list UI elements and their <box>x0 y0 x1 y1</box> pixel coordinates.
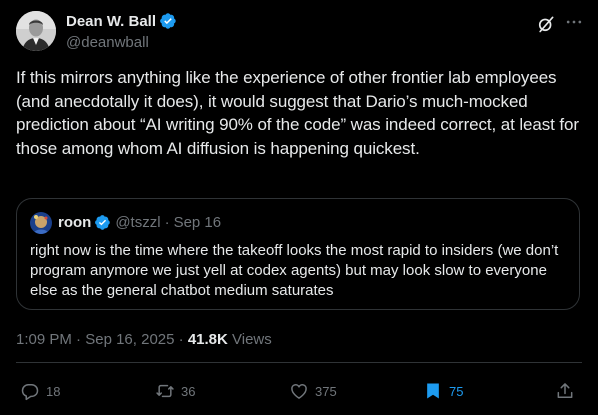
meta-separator: · <box>178 331 184 348</box>
views-count: 41.8K <box>187 331 228 348</box>
post-text: If this mirrors anything like the experi… <box>16 68 579 158</box>
quoted-header: roon @tszzl · Sep 16 <box>58 214 221 231</box>
quoted-author-handle[interactable]: @tszzl <box>115 214 160 231</box>
repost-icon <box>156 384 174 398</box>
reply-button[interactable]: 18 <box>20 380 60 402</box>
post-date[interactable]: Sep 16, 2025 <box>85 331 174 348</box>
quoted-date[interactable]: Sep 16 <box>174 214 222 231</box>
avatar-image <box>16 11 56 51</box>
like-count: 375 <box>315 383 337 399</box>
bookmark-icon <box>427 383 439 399</box>
post-meta: 1:09 PM · Sep 16, 2025 · 41.8K Views <box>16 331 272 348</box>
reply-icon <box>21 384 39 401</box>
author-name-text: Dean W. Ball <box>66 12 157 30</box>
verified-badge-icon <box>160 13 176 29</box>
like-button[interactable]: 375 <box>289 380 337 402</box>
share-button[interactable] <box>555 380 581 402</box>
heart-icon <box>291 384 307 399</box>
meta-separator: · <box>76 331 82 348</box>
author-avatar[interactable] <box>16 11 56 51</box>
repost-button[interactable]: 36 <box>155 380 195 402</box>
author-name[interactable]: Dean W. Ball <box>66 12 177 30</box>
quoted-author-avatar[interactable] <box>30 212 52 234</box>
quoted-avatar-image <box>30 212 52 234</box>
quoted-text: right now is the time where the takeoff … <box>30 242 559 299</box>
grok-icon[interactable] <box>536 14 556 34</box>
reply-count: 18 <box>46 383 61 399</box>
divider <box>16 362 582 363</box>
author-handle[interactable]: @deanwball <box>66 34 149 51</box>
post-time[interactable]: 1:09 PM <box>16 331 72 348</box>
share-icon <box>557 383 573 398</box>
bookmark-count: 75 <box>449 383 464 399</box>
more-icon[interactable] <box>564 12 584 32</box>
bookmark-button[interactable]: 75 <box>423 380 463 402</box>
tweet: Dean W. Ball @deanwball If this mirrors … <box>0 0 598 415</box>
repost-count: 36 <box>181 383 196 399</box>
quoted-separator: · <box>164 214 170 231</box>
quoted-post[interactable]: roon @tszzl · Sep 16 right now is the ti… <box>16 198 580 310</box>
views-label: Views <box>232 331 272 348</box>
quoted-verified-badge-icon <box>95 215 111 230</box>
quoted-author-name[interactable]: roon <box>58 214 91 231</box>
